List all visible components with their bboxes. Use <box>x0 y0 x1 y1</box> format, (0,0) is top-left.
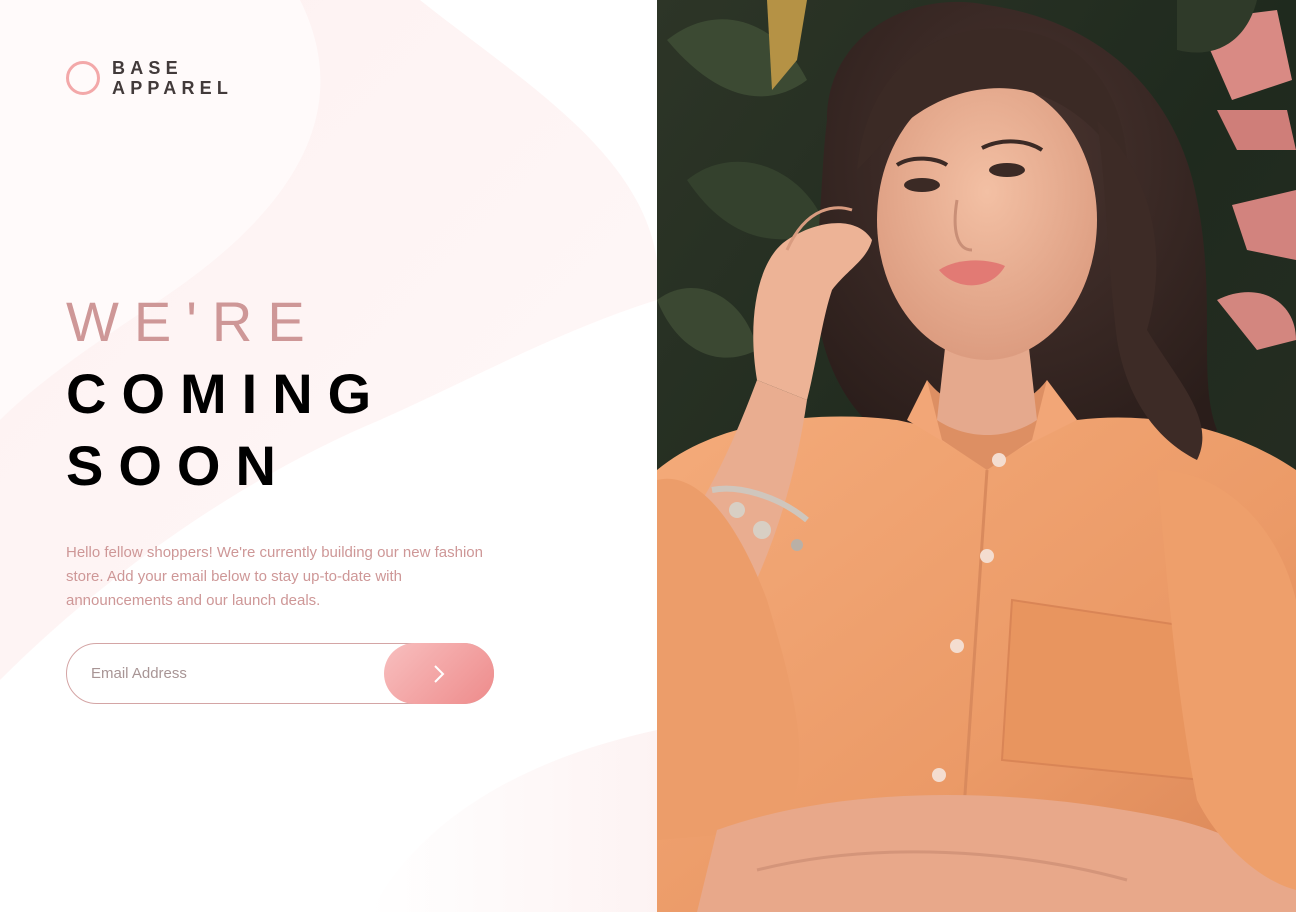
brand-name: BASE APPAREL <box>112 58 233 98</box>
email-signup-form <box>66 643 494 704</box>
hero-photo <box>657 0 1296 912</box>
headline-line3: SOON <box>66 434 291 497</box>
brand-logo[interactable]: BASE APPAREL <box>66 58 233 98</box>
coming-soon-page: BASE APPAREL WE'RE COMING SOON Hello fel… <box>0 0 1296 912</box>
page-headline: WE'RE COMING SOON <box>66 286 386 502</box>
headline-line2: COMING <box>66 362 387 425</box>
headline-line1: WE'RE <box>66 290 320 353</box>
logo-ring-icon <box>66 61 100 95</box>
submit-button[interactable] <box>384 643 494 704</box>
chevron-right-icon <box>434 664 445 683</box>
content-panel: BASE APPAREL WE'RE COMING SOON Hello fel… <box>0 0 657 912</box>
email-input[interactable] <box>89 644 379 703</box>
brand-name-line2: APPAREL <box>112 78 234 98</box>
hero-image-panel <box>657 0 1296 912</box>
brand-name-line1: BASE <box>112 58 183 78</box>
intro-text: Hello fellow shoppers! We're currently b… <box>66 544 483 609</box>
